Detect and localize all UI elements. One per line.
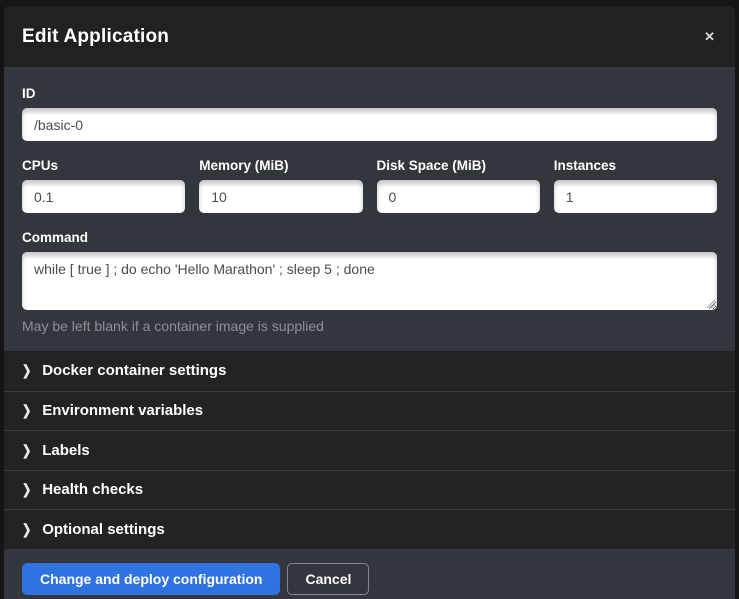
command-textarea[interactable]: while [ true ] ; do echo 'Hello Marathon… (22, 252, 717, 310)
id-field-group: ID (22, 86, 717, 141)
command-help-text: May be left blank if a container image i… (22, 318, 717, 334)
disk-space-label: Disk Space (MiB) (377, 158, 540, 173)
section-label: Optional settings (42, 521, 165, 538)
section-environment-variables[interactable]: ❯ Environment variables (4, 391, 735, 431)
cpus-input[interactable] (22, 180, 185, 213)
instances-field-group: Instances (554, 158, 717, 213)
close-icon[interactable]: ✕ (702, 26, 717, 47)
chevron-right-icon: ❯ (22, 403, 31, 419)
section-label: Labels (42, 442, 90, 459)
modal-body: ID CPUs Memory (MiB) Disk Space (MiB) In… (4, 67, 735, 351)
command-textarea-wrap: while [ true ] ; do echo 'Hello Marathon… (22, 252, 717, 310)
section-labels[interactable]: ❯ Labels (4, 430, 735, 470)
chevron-right-icon: ❯ (22, 363, 31, 379)
section-optional-settings[interactable]: ❯ Optional settings (4, 509, 735, 549)
memory-field-group: Memory (MiB) (199, 158, 362, 213)
modal-header: Edit Application ✕ (4, 6, 735, 67)
change-and-deploy-button[interactable]: Change and deploy configuration (22, 563, 280, 595)
disk-space-field-group: Disk Space (MiB) (377, 158, 540, 213)
command-label: Command (22, 230, 717, 245)
resource-fields-row: CPUs Memory (MiB) Disk Space (MiB) Insta… (22, 158, 717, 213)
chevron-right-icon: ❯ (22, 482, 31, 498)
accordion-sections: ❯ Docker container settings ❯ Environmen… (4, 351, 735, 549)
chevron-right-icon: ❯ (22, 521, 31, 537)
section-health-checks[interactable]: ❯ Health checks (4, 470, 735, 510)
id-label: ID (22, 86, 717, 101)
instances-input[interactable] (554, 180, 717, 213)
chevron-right-icon: ❯ (22, 442, 31, 458)
command-field-group: Command while [ true ] ; do echo 'Hello … (22, 230, 717, 334)
section-docker-container-settings[interactable]: ❯ Docker container settings (4, 351, 735, 391)
section-label: Environment variables (42, 402, 203, 419)
page-title: Edit Application (22, 26, 169, 48)
edit-application-modal: Edit Application ✕ ID CPUs Memory (MiB) … (4, 6, 735, 599)
section-label: Health checks (42, 481, 143, 498)
memory-input[interactable] (199, 180, 362, 213)
memory-label: Memory (MiB) (199, 158, 362, 173)
modal-footer: Change and deploy configuration Cancel (4, 549, 735, 599)
id-input[interactable] (22, 108, 717, 141)
cpus-field-group: CPUs (22, 158, 185, 213)
cpus-label: CPUs (22, 158, 185, 173)
instances-label: Instances (554, 158, 717, 173)
disk-space-input[interactable] (377, 180, 540, 213)
section-label: Docker container settings (42, 362, 226, 379)
cancel-button[interactable]: Cancel (287, 563, 369, 595)
